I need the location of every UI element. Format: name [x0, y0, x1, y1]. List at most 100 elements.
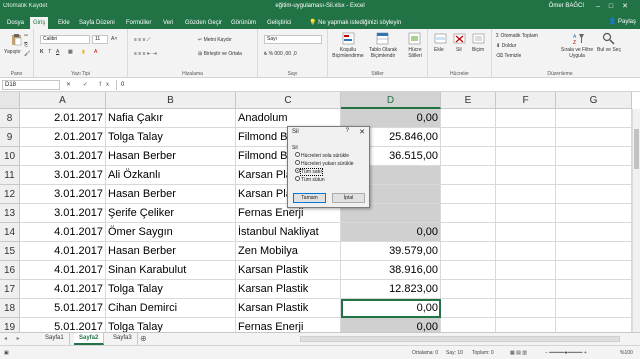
align-top-icon[interactable]: ≡ ≡ ≡ ⟋: [134, 37, 150, 43]
cell-e[interactable]: [441, 166, 496, 185]
currency-icon[interactable]: ₺ % 000 ,00 ,0: [264, 51, 297, 57]
cell-e[interactable]: [441, 128, 496, 147]
user-name[interactable]: Ömer BAĞCI: [549, 3, 584, 9]
option-shift-left[interactable]: Hücreleri sola sürükle: [295, 152, 349, 160]
tab-review[interactable]: Gözden Geçir: [182, 17, 225, 29]
column-header-b[interactable]: B: [106, 92, 236, 109]
row-header[interactable]: 11: [0, 166, 20, 185]
format-cells-icon[interactable]: [472, 32, 485, 45]
cell-f[interactable]: [496, 242, 556, 261]
cell-g[interactable]: [556, 242, 632, 261]
column-header-f[interactable]: F: [496, 92, 556, 109]
cell-b[interactable]: Hasan Berber: [106, 185, 236, 204]
wrap-text-button[interactable]: ↵ Metni Kaydır: [198, 37, 232, 43]
cell-f[interactable]: [496, 166, 556, 185]
cell-f[interactable]: [496, 280, 556, 299]
underline-icon[interactable]: A: [56, 49, 59, 55]
cell-g[interactable]: [556, 261, 632, 280]
formula-buttons[interactable]: ✕ ✓ fx: [66, 81, 114, 88]
font-color-icon[interactable]: A: [94, 49, 97, 55]
column-header-e[interactable]: E: [441, 92, 496, 109]
bold-icon[interactable]: K: [40, 49, 44, 55]
conditional-format-icon[interactable]: [342, 32, 355, 45]
cell-b[interactable]: Hasan Berber: [106, 242, 236, 261]
radio-selected-icon[interactable]: [295, 168, 300, 174]
cell-a[interactable]: 2.01.2017: [20, 109, 106, 128]
conditional-format-label[interactable]: Koşullu Biçimlendirme: [330, 47, 366, 59]
cell-f[interactable]: [496, 147, 556, 166]
cell-g[interactable]: [556, 299, 632, 318]
cell-c[interactable]: İstanbul Nakliyat: [236, 223, 341, 242]
zoom-level[interactable]: %100: [620, 350, 633, 356]
sheet-tab-sayfa1[interactable]: Sayfa1: [40, 333, 70, 345]
help-icon[interactable]: ?: [346, 128, 349, 134]
tab-view[interactable]: Görünüm: [228, 17, 259, 29]
cell-e[interactable]: [441, 185, 496, 204]
sheet-nav-arrows-icon[interactable]: ◂ ▸: [4, 335, 24, 342]
cell-b[interactable]: Tolga Talay: [106, 318, 236, 332]
cell-a[interactable]: 3.01.2017: [20, 204, 106, 223]
autosum-button[interactable]: Σ Otomatik Toplam: [496, 33, 538, 39]
cell-a[interactable]: 4.01.2017: [20, 280, 106, 299]
tab-file[interactable]: Dosya: [4, 17, 27, 29]
vertical-scroll-thumb[interactable]: [634, 129, 639, 169]
cell-f[interactable]: [496, 204, 556, 223]
column-header-a[interactable]: A: [20, 92, 106, 109]
clear-button[interactable]: ⌫ Temizle: [496, 53, 521, 59]
cell-e[interactable]: [441, 147, 496, 166]
fill-color-icon[interactable]: ▮: [82, 49, 85, 55]
tab-home[interactable]: Giriş: [30, 17, 49, 29]
tab-data[interactable]: Veri: [160, 17, 176, 29]
name-box[interactable]: D18: [2, 80, 60, 90]
cell-a[interactable]: 3.01.2017: [20, 166, 106, 185]
maximize-icon[interactable]: □: [609, 3, 622, 10]
zoom-slider[interactable]: − ━━━━━●━━━━━ +: [545, 350, 587, 356]
dialog-close-icon[interactable]: ✕: [359, 128, 365, 136]
format-painter-icon[interactable]: 🖌: [24, 51, 30, 57]
cell-e[interactable]: [441, 261, 496, 280]
row-header[interactable]: 8: [0, 109, 20, 128]
sheet-tab-sayfa3[interactable]: Sayfa3: [108, 333, 138, 345]
row-header[interactable]: 17: [0, 280, 20, 299]
view-normal-icon[interactable]: ▦ ▤ ▥: [510, 350, 527, 356]
add-sheet-icon[interactable]: ⊕: [140, 334, 147, 343]
merge-center-button[interactable]: ⊞ Birleştir ve Ortala: [198, 51, 242, 57]
cell-d[interactable]: 0,00: [341, 318, 441, 332]
share-button[interactable]: 👤 Paylaş: [609, 18, 636, 25]
cancel-button[interactable]: İptal: [332, 193, 365, 203]
cell-g[interactable]: [556, 318, 632, 332]
sort-filter-icon[interactable]: AZ: [572, 32, 585, 45]
find-select-icon[interactable]: [602, 32, 615, 45]
cell-e[interactable]: [441, 299, 496, 318]
cell-b[interactable]: Hasan Berber: [106, 147, 236, 166]
row-header[interactable]: 13: [0, 204, 20, 223]
tell-me-box[interactable]: 💡 Ne yapmak istediğinizi söyleyin: [306, 17, 404, 29]
borders-icon[interactable]: ▦: [68, 49, 73, 55]
cell-b[interactable]: Nafia Çakır: [106, 109, 236, 128]
cell-b[interactable]: Tolga Talay: [106, 128, 236, 147]
ok-button[interactable]: Tamam: [293, 193, 326, 203]
cell-d[interactable]: 12.823,00: [341, 280, 441, 299]
find-select-label[interactable]: Bul ve Seç: [596, 47, 622, 53]
cell-f[interactable]: [496, 299, 556, 318]
close-icon[interactable]: ✕: [622, 3, 637, 10]
row-header[interactable]: 19: [0, 318, 20, 332]
cell-f[interactable]: [496, 261, 556, 280]
cell-g[interactable]: [556, 185, 632, 204]
cell-c[interactable]: Karsan Plastik: [236, 280, 341, 299]
cell-c[interactable]: Karsan Plastik: [236, 261, 341, 280]
row-header[interactable]: 16: [0, 261, 20, 280]
delete-cells-icon[interactable]: [453, 32, 466, 45]
cell-c[interactable]: Zen Mobilya: [236, 242, 341, 261]
insert-cells-icon[interactable]: [434, 32, 447, 45]
cell-a[interactable]: 4.01.2017: [20, 261, 106, 280]
formula-input[interactable]: 0: [116, 80, 626, 90]
cut-icon[interactable]: ✂: [24, 33, 28, 39]
cell-styles-label[interactable]: Hücre Stilleri: [402, 47, 428, 59]
option-entire-column[interactable]: Tüm sütun: [295, 176, 325, 184]
tab-developer[interactable]: Geliştirici: [264, 17, 294, 29]
sheet-tab-sayfa2[interactable]: Sayfa2: [74, 333, 105, 345]
cell-a[interactable]: 3.01.2017: [20, 147, 106, 166]
cell-d[interactable]: 0,00: [341, 299, 441, 318]
cell-g[interactable]: [556, 166, 632, 185]
